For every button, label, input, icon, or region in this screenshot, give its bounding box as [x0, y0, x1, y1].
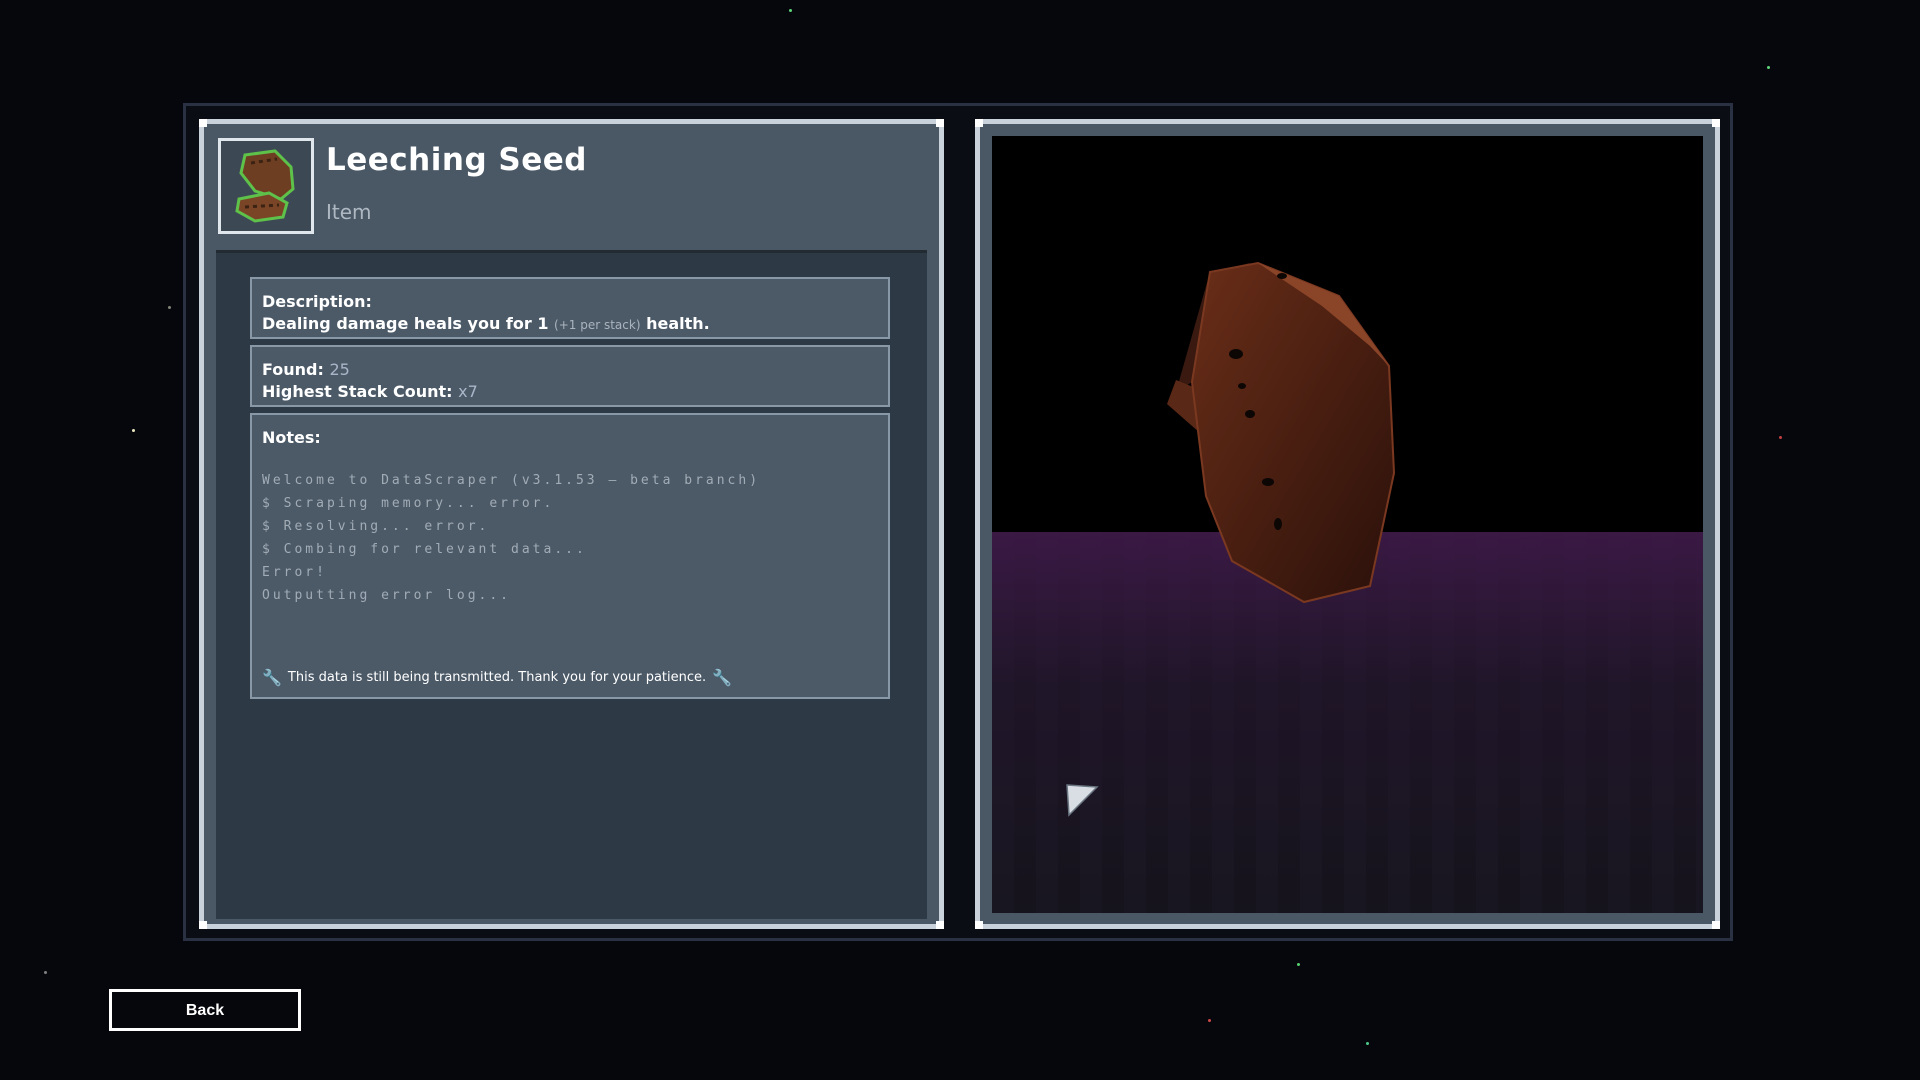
corner-marker	[936, 921, 944, 929]
seed-icon-graphic	[235, 149, 295, 223]
star	[1297, 963, 1300, 966]
stats-box: Found: 25 Highest Stack Count: x7	[250, 345, 890, 407]
found-value: 25	[329, 360, 350, 379]
corner-marker	[1712, 921, 1720, 929]
star	[132, 429, 135, 432]
terminal-line: $ Scraping memory... error.	[262, 496, 555, 511]
description-text-after: health.	[640, 314, 710, 333]
terminal-line: Welcome to DataScraper (v3.1.53 – beta b…	[262, 473, 761, 488]
corner-marker	[199, 921, 207, 929]
transmission-note: 🔧 This data is still being transmitted. …	[262, 668, 732, 687]
star	[1366, 1042, 1369, 1045]
terminal-line: $ Combing for relevant data...	[262, 542, 587, 557]
transmission-text: This data is still being transmitted. Th…	[287, 670, 707, 685]
found-row: Found: 25	[262, 359, 878, 381]
corner-marker	[199, 119, 207, 127]
terminal-line: Error!	[262, 565, 327, 580]
terminal-log: Welcome to DataScraper (v3.1.53 – beta b…	[262, 469, 878, 607]
item-details-area: Description: Dealing damage heals you fo…	[216, 250, 927, 919]
description-text-before: Dealing damage heals you for 1	[262, 314, 555, 333]
terminal-line: $ Resolving... error.	[262, 519, 490, 534]
wrench-icon: 🔧	[262, 668, 282, 687]
star	[1208, 1019, 1211, 1022]
corner-marker	[975, 119, 983, 127]
item-title: Leeching Seed	[326, 142, 587, 178]
description-label: Description:	[262, 292, 372, 311]
notes-label: Notes:	[262, 428, 321, 447]
notes-box: Notes: Welcome to DataScraper (v3.1.53 –…	[250, 413, 890, 699]
star	[44, 971, 47, 974]
back-button[interactable]: Back	[109, 989, 301, 1031]
wrench-icon: 🔧	[712, 668, 733, 687]
stack-value: x7	[458, 382, 478, 401]
corner-marker	[975, 921, 983, 929]
star	[168, 306, 171, 309]
stack-label: Highest Stack Count:	[262, 382, 453, 401]
leeching-seed-icon	[218, 138, 314, 234]
item-type: Item	[326, 200, 372, 224]
description-box: Description: Dealing damage heals you fo…	[250, 277, 890, 339]
star	[789, 9, 792, 12]
corner-marker	[936, 119, 944, 127]
found-label: Found:	[262, 360, 324, 379]
stack-row: Highest Stack Count: x7	[262, 381, 878, 403]
stack-note: (+1 per stack)	[554, 318, 641, 332]
cursor-icon	[1066, 784, 1099, 817]
corner-marker	[1712, 119, 1720, 127]
description-text: Dealing damage heals you for 1 (+1 per s…	[262, 313, 878, 335]
item-info-panel: Leeching Seed Item Description: Dealing …	[199, 119, 944, 929]
terminal-line: Outputting error log...	[262, 588, 512, 603]
star	[1767, 66, 1770, 69]
star	[1779, 436, 1782, 439]
